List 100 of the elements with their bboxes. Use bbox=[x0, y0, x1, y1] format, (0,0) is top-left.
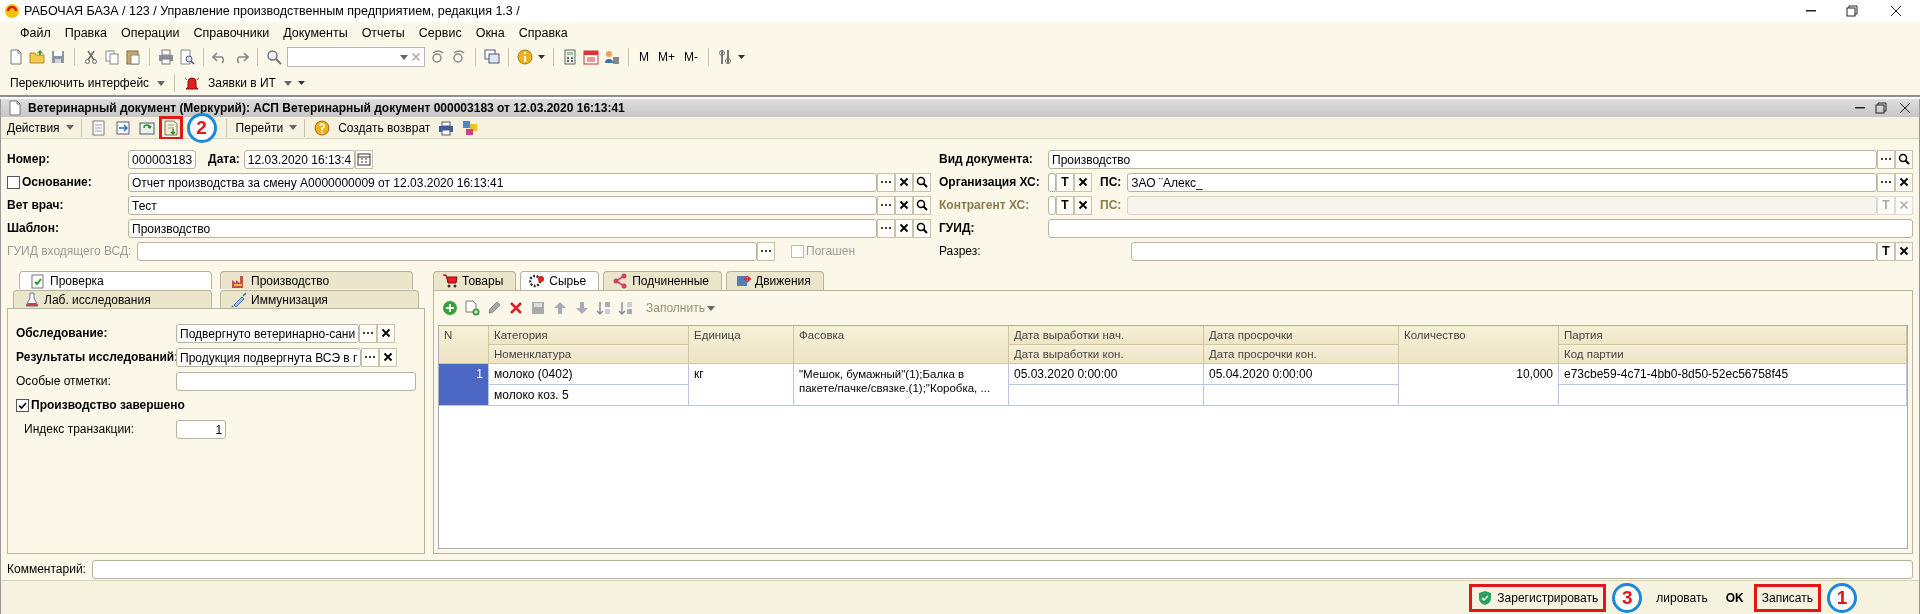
create-return-button[interactable]: Создать возврат bbox=[336, 120, 433, 135]
copy-add-icon bbox=[464, 300, 480, 316]
table-tool-button[interactable] bbox=[508, 300, 524, 316]
tab[interactable]: Иммунизация bbox=[220, 290, 419, 308]
close-button[interactable] bbox=[1897, 100, 1913, 116]
type-button[interactable]: T bbox=[1056, 172, 1074, 192]
clear-button[interactable] bbox=[1074, 172, 1092, 192]
type-button[interactable]: T bbox=[1877, 241, 1895, 261]
close-button[interactable] bbox=[1888, 3, 1904, 19]
template-field[interactable]: Производство bbox=[128, 218, 877, 238]
search-combo-field[interactable] bbox=[287, 47, 425, 67]
tab[interactable]: Производство bbox=[220, 271, 413, 289]
tab[interactable]: Движения bbox=[726, 271, 824, 290]
checkbox[interactable] bbox=[7, 175, 20, 189]
table-tool-button[interactable] bbox=[596, 300, 612, 316]
help-button[interactable] bbox=[312, 117, 333, 138]
restore-button[interactable] bbox=[1873, 100, 1889, 116]
field-label: Контрагент ХС: bbox=[939, 198, 1031, 212]
menu-item[interactable]: Окна bbox=[469, 23, 511, 42]
column-header: Количество bbox=[1399, 326, 1559, 364]
select-button[interactable] bbox=[361, 347, 380, 367]
memory-button[interactable]: M bbox=[637, 50, 651, 64]
column-header: Дата просрочки кон. bbox=[1204, 345, 1399, 364]
menu-item[interactable]: Сервис bbox=[412, 23, 468, 42]
field-label: Разрез: bbox=[939, 244, 981, 258]
select-button[interactable] bbox=[359, 323, 378, 343]
ps-field[interactable]: ЗАО ¨Алекс_ bbox=[1127, 172, 1877, 192]
windows-icon bbox=[484, 49, 500, 65]
menu-item[interactable]: Справка bbox=[512, 23, 574, 42]
cart-icon bbox=[442, 273, 458, 289]
menu-item[interactable]: Операции bbox=[114, 23, 186, 42]
number-field[interactable]: 000003183 bbox=[128, 149, 197, 169]
app-logo-icon bbox=[4, 3, 20, 19]
tab[interactable]: Лаб. исследования bbox=[13, 290, 212, 308]
clear-button[interactable] bbox=[895, 218, 913, 238]
memory-button[interactable]: M- bbox=[682, 50, 700, 64]
table-cell: 1 bbox=[439, 364, 489, 406]
guid-field[interactable] bbox=[1048, 218, 1913, 238]
restore-button[interactable] bbox=[1844, 3, 1860, 19]
form-button[interactable]: Зарегистрировать bbox=[1471, 586, 1605, 610]
minimize-button[interactable] bbox=[1806, 10, 1816, 12]
open-button[interactable] bbox=[913, 195, 931, 215]
toolbar-button[interactable] bbox=[160, 117, 181, 138]
calendar-button[interactable] bbox=[355, 149, 374, 169]
section-field[interactable] bbox=[1130, 241, 1877, 261]
open-button[interactable] bbox=[913, 218, 931, 238]
tab[interactable]: Сырье bbox=[520, 271, 600, 290]
movement-icon bbox=[735, 273, 752, 289]
inspection-field[interactable] bbox=[176, 371, 416, 391]
form-button[interactable]: Записать bbox=[1755, 586, 1819, 610]
table-cell: 10,000 bbox=[1399, 364, 1559, 406]
select-button[interactable] bbox=[757, 241, 775, 261]
menu-button[interactable]: Перейти bbox=[233, 120, 286, 135]
table-tool-button[interactable] bbox=[442, 300, 458, 316]
document-title: Ветеринарный документ (Меркурий): АСП Ветеринарный документ 000003183 от 12.03.2020 16:13:41 bbox=[28, 101, 626, 115]
window-title: РАБОЧАЯ БАЗА / 123 / Управление производственным предприятием, редакция 1.3 / bbox=[24, 4, 521, 18]
tab[interactable]: Проверка bbox=[19, 271, 212, 289]
inspection-field[interactable]: Продукция подвергнута ВСЭ в г bbox=[176, 347, 362, 367]
tab[interactable]: Товары bbox=[433, 271, 517, 290]
select-button[interactable] bbox=[877, 195, 895, 215]
select-button[interactable] bbox=[1877, 172, 1895, 192]
vet-field[interactable]: Тест bbox=[128, 195, 877, 215]
tab[interactable]: Подчиненные bbox=[603, 271, 723, 290]
menu-item[interactable]: Документы bbox=[277, 23, 354, 42]
clear-button[interactable] bbox=[1895, 241, 1913, 261]
clear-button[interactable] bbox=[895, 172, 913, 192]
menu-item[interactable]: Отчеты bbox=[355, 23, 411, 42]
checkbox[interactable] bbox=[16, 398, 29, 412]
menu-item[interactable]: Файл bbox=[14, 23, 57, 42]
clear-button[interactable] bbox=[895, 195, 913, 215]
clear-button[interactable] bbox=[1895, 172, 1913, 192]
comment-field[interactable] bbox=[91, 559, 1913, 579]
date-field[interactable]: 12.03.2020 16:13:4 bbox=[243, 149, 356, 169]
inspection-field[interactable]: Подвергнуто ветеринарно-сани bbox=[176, 323, 360, 343]
select-button[interactable] bbox=[1877, 149, 1895, 169]
field-label: Результаты исследований: bbox=[16, 350, 176, 364]
panel-button[interactable]: Переключить интерфейс bbox=[8, 76, 152, 90]
open-button[interactable] bbox=[913, 172, 931, 192]
end-edit-icon bbox=[530, 300, 546, 316]
clear-button[interactable] bbox=[1074, 195, 1092, 215]
table-tool-button[interactable] bbox=[486, 300, 502, 316]
table-tool-button[interactable] bbox=[464, 300, 480, 316]
select-button[interactable] bbox=[877, 218, 895, 238]
panel-button[interactable]: Заявки в ИТ bbox=[206, 76, 278, 90]
menu-item[interactable]: Правка bbox=[58, 23, 113, 42]
minimize-button[interactable] bbox=[1855, 107, 1865, 109]
table-tool-button[interactable] bbox=[618, 300, 634, 316]
form-button[interactable]: лировать bbox=[1650, 586, 1714, 610]
select-button[interactable] bbox=[877, 172, 895, 192]
transaction-index-field[interactable]: 1 bbox=[176, 419, 227, 439]
open-button[interactable] bbox=[1895, 149, 1913, 169]
clear-button[interactable] bbox=[377, 323, 396, 343]
menu-item[interactable]: Справочники bbox=[187, 23, 276, 42]
menu-button[interactable]: Действия bbox=[5, 120, 62, 135]
document-kind-field[interactable]: Производство bbox=[1048, 149, 1877, 169]
basis-field[interactable]: Отчет производства за смену А0000000009 от 12.03.2020 16:13:41 bbox=[128, 172, 877, 192]
incoming-guid-field[interactable] bbox=[137, 241, 757, 261]
form-button[interactable]: OK bbox=[1719, 586, 1750, 610]
memory-button[interactable]: M+ bbox=[656, 50, 677, 64]
clear-button[interactable] bbox=[379, 347, 398, 367]
